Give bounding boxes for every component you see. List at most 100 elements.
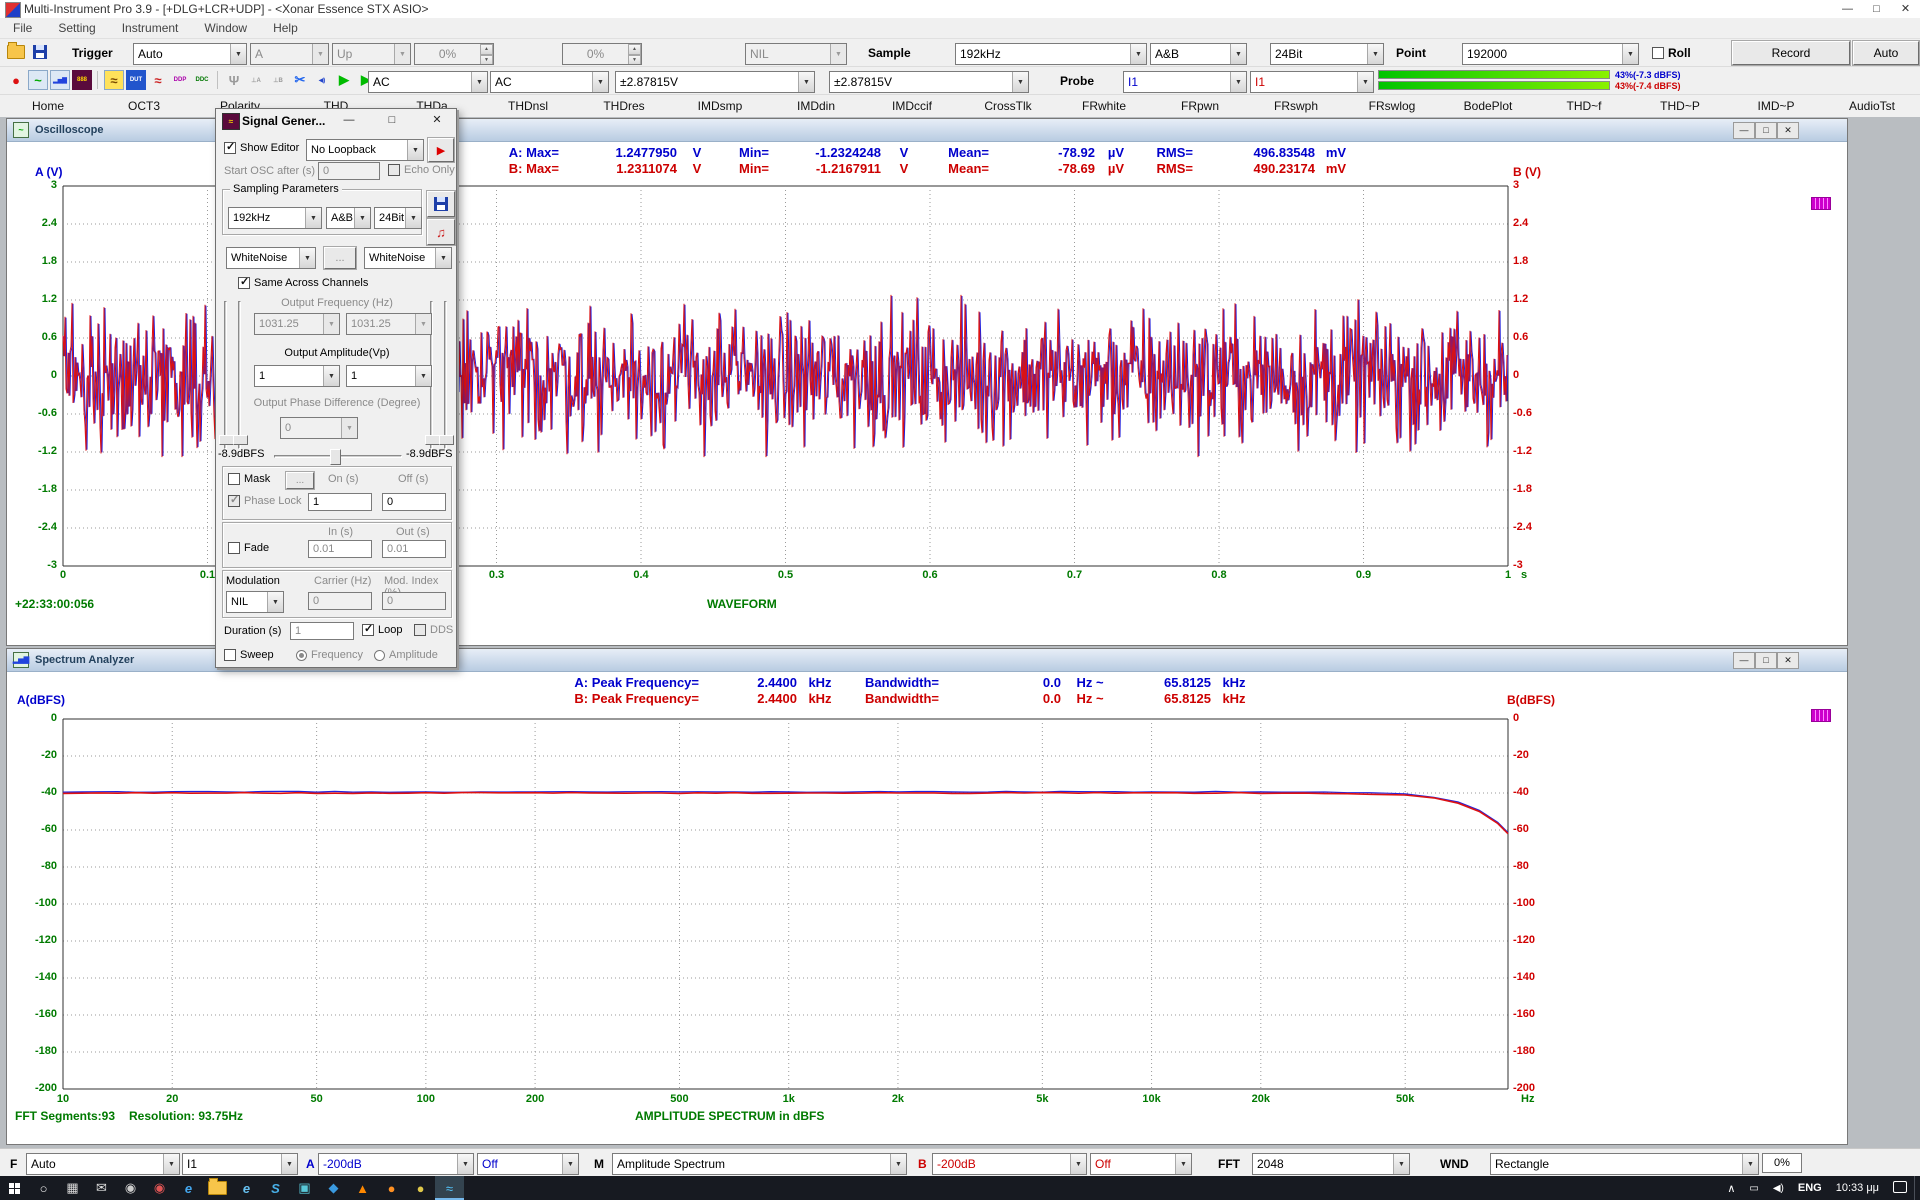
skype-icon[interactable]: S bbox=[261, 1176, 290, 1200]
window-type-dropdown[interactable]: Rectangle▼ bbox=[1490, 1153, 1759, 1175]
start-button[interactable] bbox=[0, 1176, 29, 1200]
loopback-dropdown[interactable]: No Loopback ▼ bbox=[306, 139, 424, 161]
trigger-mode-dropdown[interactable]: Auto▼ bbox=[133, 43, 247, 65]
show-editor-checkbox[interactable]: Show Editor bbox=[224, 142, 299, 154]
trigger-delay-spinner[interactable]: 0%▲▼ bbox=[562, 43, 642, 65]
vscode-icon[interactable]: ◆ bbox=[319, 1176, 348, 1200]
multi-instrument-icon[interactable]: ≈ bbox=[435, 1176, 464, 1200]
close-icon[interactable]: ✕ bbox=[1777, 122, 1799, 139]
trigger-frequency-dropdown[interactable]: NIL▼ bbox=[745, 43, 847, 65]
mail-icon[interactable]: ✉ bbox=[87, 1176, 116, 1200]
spinner-arrows[interactable]: ▲▼ bbox=[480, 44, 493, 64]
modulation-type-dropdown[interactable]: NIL ▼ bbox=[226, 591, 284, 613]
search-icon[interactable]: ○ bbox=[29, 1176, 58, 1200]
waveform-a-dropdown[interactable]: WhiteNoise ▼ bbox=[226, 247, 316, 269]
probe-a-dropdown[interactable]: I1▼ bbox=[1123, 71, 1247, 93]
tab-thdnsl[interactable]: THDnsl bbox=[480, 95, 576, 117]
tab-frwhite[interactable]: FRwhite bbox=[1056, 95, 1152, 117]
carrier-input[interactable]: 0 bbox=[308, 592, 372, 610]
tab-imddin[interactable]: IMDdin bbox=[768, 95, 864, 117]
fft-size-dropdown[interactable]: 2048▼ bbox=[1252, 1153, 1410, 1175]
record-button[interactable]: Record bbox=[1732, 41, 1850, 65]
bottom-probe-dropdown[interactable]: I1▼ bbox=[182, 1153, 298, 1175]
sample-bits-dropdown[interactable]: 24Bit▼ bbox=[1270, 43, 1384, 65]
minimize-icon[interactable]: — bbox=[1733, 652, 1755, 669]
generator-bits-dropdown[interactable]: 24Bit ▼ bbox=[374, 207, 422, 229]
minimize-icon[interactable]: — bbox=[1733, 122, 1755, 139]
language-indicator[interactable]: ENG bbox=[1791, 1182, 1829, 1194]
frequency-b-dropdown[interactable]: 1031.25 ▼ bbox=[346, 313, 432, 335]
menu-setting[interactable]: Setting bbox=[45, 21, 108, 35]
menu-instrument[interactable]: Instrument bbox=[109, 21, 192, 35]
internet-explorer-icon[interactable]: e bbox=[232, 1176, 261, 1200]
sweep-checkbox[interactable]: Sweep bbox=[224, 649, 274, 661]
b-range-dropdown[interactable]: -200dB▼ bbox=[932, 1153, 1087, 1175]
microphone-icon[interactable]: Ψ bbox=[224, 70, 244, 90]
start-osc-input[interactable]: 0 bbox=[318, 162, 380, 180]
run-icon[interactable]: ▶ bbox=[334, 70, 354, 90]
waveform-b-dropdown[interactable]: WhiteNoise ▼ bbox=[364, 247, 452, 269]
tab-thd~p[interactable]: THD~P bbox=[1632, 95, 1728, 117]
coupling-b-dropdown[interactable]: AC▼ bbox=[490, 71, 609, 93]
tab-frpwn[interactable]: FRpwn bbox=[1152, 95, 1248, 117]
show-desktop-button[interactable] bbox=[1914, 1176, 1920, 1200]
close-icon[interactable]: ✕ bbox=[426, 112, 448, 128]
amplitude-a-dropdown[interactable]: 1 ▼ bbox=[254, 365, 340, 387]
tab-imdccif[interactable]: IMDccif bbox=[864, 95, 960, 117]
trigger-edge-dropdown[interactable]: Up▼ bbox=[332, 43, 411, 65]
multimeter-icon[interactable]: 888 bbox=[72, 70, 92, 90]
edge-icon[interactable]: e bbox=[174, 1176, 203, 1200]
frequency-a-dropdown[interactable]: 1031.25 ▼ bbox=[254, 313, 340, 335]
tray-chevron-icon[interactable]: ∧ bbox=[1720, 1182, 1742, 1195]
trigger-source-dropdown[interactable]: A▼ bbox=[250, 43, 329, 65]
phase-lock-checkbox[interactable]: Phase Lock bbox=[228, 495, 301, 507]
speaker-icon[interactable]: ◀) bbox=[312, 70, 332, 90]
duration-input[interactable]: 1 bbox=[290, 622, 354, 640]
tab-bodeplot[interactable]: BodePlot bbox=[1440, 95, 1536, 117]
chrome-icon[interactable]: ● bbox=[406, 1176, 435, 1200]
points-dropdown[interactable]: 192000▼ bbox=[1462, 43, 1639, 65]
ground-b-icon[interactable]: ⊥B bbox=[268, 70, 288, 90]
mask-on-input[interactable]: 1 bbox=[308, 493, 372, 511]
spinner-arrows[interactable]: ▲▼ bbox=[628, 44, 641, 64]
slider-handle[interactable] bbox=[330, 449, 341, 465]
phase-dropdown[interactable]: 0 ▼ bbox=[280, 417, 358, 439]
fade-checkbox[interactable]: Fade bbox=[228, 542, 269, 554]
slider-handle[interactable] bbox=[425, 435, 440, 445]
menu-window[interactable]: Window bbox=[191, 21, 260, 35]
tab-audiotst[interactable]: AudioTst bbox=[1824, 95, 1920, 117]
generator-channels-dropdown[interactable]: A&B ▼ bbox=[326, 207, 371, 229]
sweep-frequency-radio[interactable]: Frequency bbox=[296, 649, 363, 661]
sweep-amplitude-radio[interactable]: Amplitude bbox=[374, 649, 438, 661]
monitor-icon[interactable]: ▭ bbox=[1742, 1183, 1765, 1194]
a-range-dropdown[interactable]: -200dB▼ bbox=[318, 1153, 474, 1175]
echo-only-checkbox[interactable]: Echo Only bbox=[388, 164, 455, 176]
minimize-icon[interactable]: — bbox=[338, 112, 360, 128]
roll-checkbox[interactable]: Roll bbox=[1652, 46, 1691, 60]
save-signal-button[interactable] bbox=[427, 191, 455, 217]
notification-icon[interactable] bbox=[1886, 1181, 1914, 1196]
slider-handle[interactable] bbox=[233, 435, 248, 445]
b-filter-dropdown[interactable]: Off▼ bbox=[1090, 1153, 1192, 1175]
fade-in-input[interactable]: 0.01 bbox=[308, 540, 372, 558]
tab-oct3[interactable]: OCT3 bbox=[96, 95, 192, 117]
slider-handle[interactable] bbox=[439, 435, 454, 445]
close-icon[interactable]: ✕ bbox=[1891, 0, 1920, 18]
display-mode-dropdown[interactable]: Amplitude Spectrum▼ bbox=[612, 1153, 907, 1175]
dds-checkbox[interactable]: DDS bbox=[414, 624, 453, 636]
ddp-viewer-icon[interactable]: DDP bbox=[170, 70, 190, 90]
probe-b-dropdown[interactable]: I1▼ bbox=[1250, 71, 1374, 93]
level-slider-b-left[interactable] bbox=[238, 301, 241, 449]
slider-handle[interactable] bbox=[219, 435, 234, 445]
volume-icon[interactable]: ◀) bbox=[1766, 1183, 1791, 1194]
music-note-button[interactable]: ♫ bbox=[427, 219, 455, 245]
spectrum-analyzer-icon[interactable]: ▂▅▇ bbox=[50, 70, 70, 90]
maximize-icon[interactable]: □ bbox=[381, 112, 403, 128]
minimize-icon[interactable]: — bbox=[1833, 0, 1862, 18]
tab-frswph[interactable]: FRswph bbox=[1248, 95, 1344, 117]
derived-dataset-icon[interactable]: ≈ bbox=[148, 70, 168, 90]
range-b-dropdown[interactable]: ±2.87815V▼ bbox=[829, 71, 1029, 93]
tab-imdsmp[interactable]: IMDsmp bbox=[672, 95, 768, 117]
clock[interactable]: 10:33 μμ bbox=[1829, 1182, 1886, 1194]
loop-checkbox[interactable]: Loop bbox=[362, 624, 402, 636]
